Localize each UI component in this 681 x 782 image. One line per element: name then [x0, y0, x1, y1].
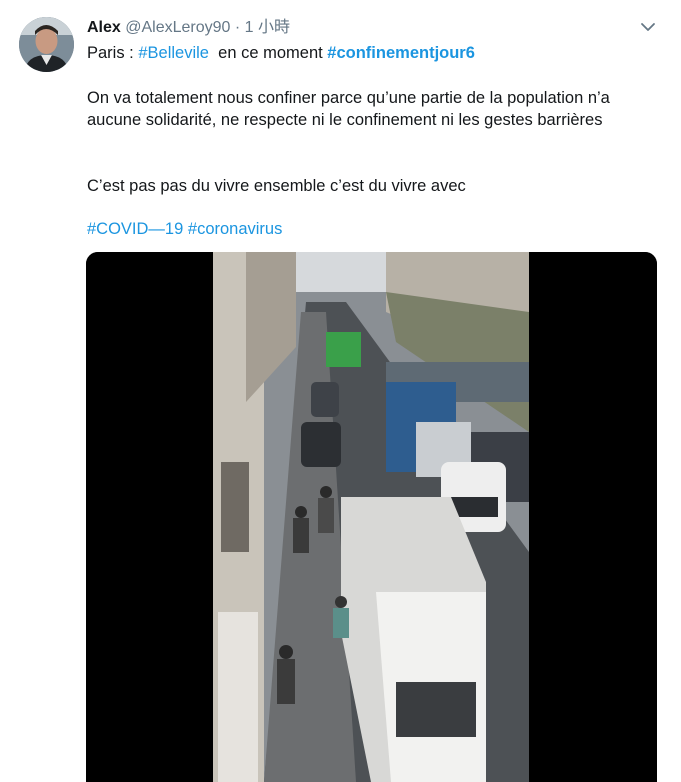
tweet-card: Alex @AlexLeroy90 · 1 小時 Paris : #Bellev… [0, 0, 681, 782]
hashtag-confinementjour6[interactable]: #confinementjour6 [327, 44, 475, 62]
location-middle: en ce moment [218, 44, 328, 62]
hashtag-coronavirus[interactable]: #coronavirus [188, 220, 282, 238]
tweet-timestamp[interactable]: 1 小時 [245, 19, 290, 36]
hashtag-bellevile[interactable]: #Bellevile [138, 44, 209, 62]
meta-separator: · [234, 19, 241, 36]
tweet-header: Alex @AlexLeroy90 · 1 小時 [87, 17, 290, 39]
tweet-hashtags: #COVID—19 #coronavirus [87, 218, 282, 240]
tweet-line-location: Paris : #Bellevile en ce moment #confine… [87, 42, 475, 64]
profile-photo-icon [19, 17, 74, 72]
author-name[interactable]: Alex [87, 19, 121, 36]
tweet-paragraph-2: C’est pas pas du vivre ensemble c’est du… [87, 177, 466, 195]
avatar[interactable] [19, 17, 74, 72]
hashtag-covid19[interactable]: #COVID—19 [87, 220, 183, 238]
tweet-paragraph-1: On va totalement nous confiner parce qu’… [87, 89, 610, 129]
location-prefix: Paris : [87, 44, 139, 62]
street-scene [213, 252, 529, 782]
video-frame [86, 252, 657, 782]
chevron-down-icon[interactable] [639, 18, 657, 36]
video-player[interactable] [86, 252, 657, 782]
author-handle[interactable]: @AlexLeroy90 [125, 19, 230, 36]
